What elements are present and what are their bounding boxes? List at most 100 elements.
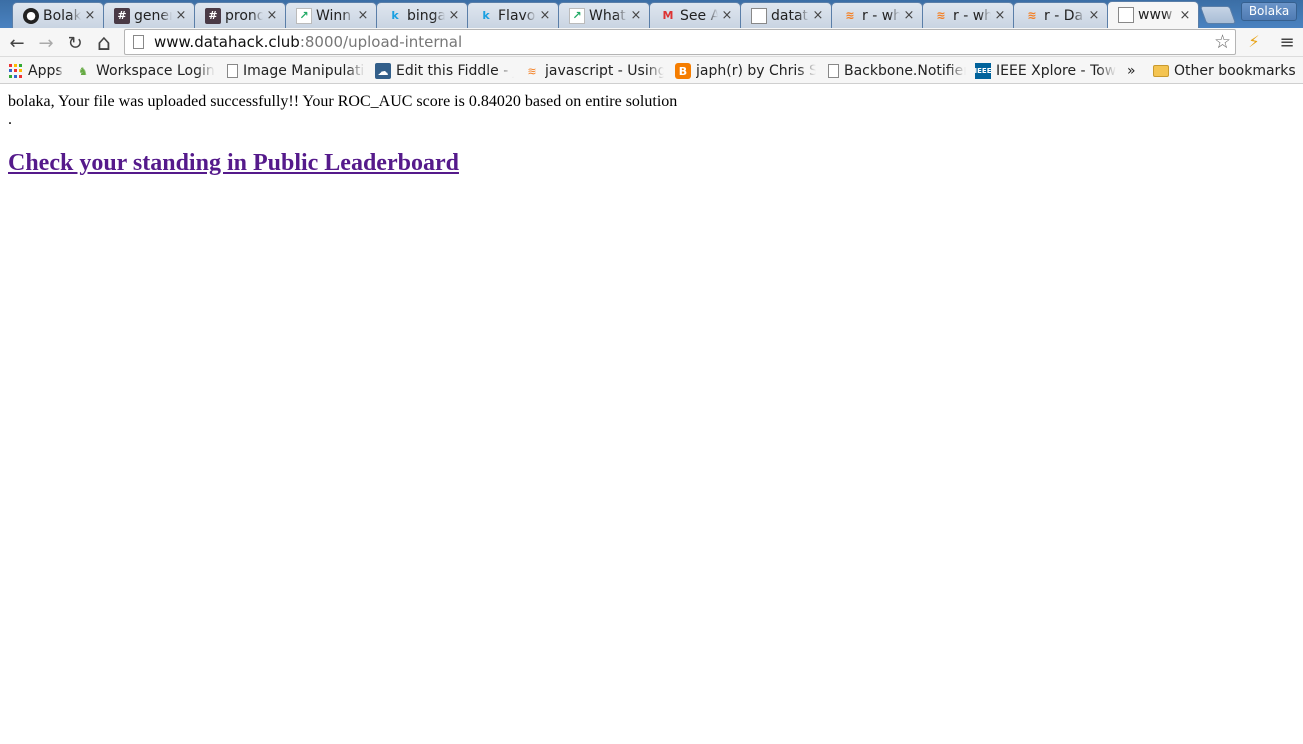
ieee-icon: IEEE (975, 63, 991, 79)
reload-icon[interactable]: ↻ (63, 31, 87, 55)
document-icon (828, 64, 839, 78)
bookmark-label: javascript - Using (545, 63, 664, 79)
bookmark-label: Backbone.Notifier (844, 63, 966, 79)
close-icon[interactable]: × (993, 8, 1007, 23)
gmail-icon: M (662, 9, 674, 22)
back-icon[interactable]: ← (5, 31, 29, 55)
bookmark-japhr[interactable]: B japh(r) by Chris Strom (675, 60, 816, 82)
close-icon[interactable]: × (83, 8, 97, 23)
close-icon[interactable]: × (538, 8, 552, 23)
tab-7[interactable]: ↗ What × (558, 2, 650, 28)
bookmark-label: Workspace Login (96, 63, 215, 79)
tab-8[interactable]: M See A × (649, 2, 741, 28)
hashtag-icon: # (114, 7, 130, 24)
tab-title: datat (771, 7, 809, 24)
bookmark-label: Other bookmarks (1174, 63, 1296, 79)
stackoverflow-icon: ≋ (527, 64, 537, 78)
close-icon[interactable]: × (356, 8, 370, 23)
tab-title: Bolaka (43, 7, 81, 24)
cloud-icon: ☁ (375, 63, 391, 79)
close-icon[interactable]: × (629, 8, 643, 23)
chart-icon: ↗ (296, 7, 312, 24)
close-icon[interactable]: × (1087, 8, 1101, 23)
document-icon (751, 7, 767, 24)
new-tab-button[interactable] (1199, 6, 1237, 24)
tab-6[interactable]: k Flavo × (467, 2, 559, 28)
stackoverflow-icon: ≋ (1027, 9, 1037, 22)
menu-icon[interactable]: ≡ (1277, 32, 1297, 53)
star-icon[interactable]: ☆ (1214, 31, 1231, 53)
tab-2[interactable]: # general × (103, 2, 195, 28)
bookmark-backbone-notifier[interactable]: Backbone.Notifier (828, 60, 966, 82)
tab-3[interactable]: # prono × (194, 2, 286, 28)
home-icon[interactable]: ⌂ (92, 31, 116, 56)
tab-1[interactable]: ● Bolaka × (12, 2, 104, 28)
upload-success-message: bolaka, Your file was uploaded successfu… (8, 93, 678, 110)
person-icon: ♞ (78, 64, 88, 78)
forward-icon[interactable]: → (34, 31, 58, 55)
bookmarks-bar: Apps ♞ Workspace Login Image Manipulatio… (0, 57, 1303, 84)
tab-title: What (589, 7, 626, 24)
address-bar[interactable]: www.datahack.club:8000/upload-internal ☆ (124, 29, 1236, 55)
close-icon[interactable]: × (447, 8, 461, 23)
browser-toolbar: ← → ↻ ⌂ www.datahack.club:8000/upload-in… (0, 28, 1303, 57)
extension-icon[interactable]: ⚡ (1243, 32, 1265, 52)
tab-9[interactable]: datat × (740, 2, 832, 28)
tab-5[interactable]: k binga × (376, 2, 468, 28)
bookmark-label: Apps (28, 63, 63, 79)
bookmark-label: IEEE Xplore - Towards (996, 63, 1116, 79)
kaggle-icon: k (482, 9, 490, 22)
tab-title: www (1138, 7, 1173, 23)
bookmark-jsfiddle[interactable]: ☁ Edit this Fiddle - jsFiddle (375, 60, 514, 82)
bookmark-label: japh(r) by Chris Strom (696, 63, 816, 79)
hashtag-icon: # (205, 7, 221, 24)
other-bookmarks[interactable]: Other bookmarks (1153, 60, 1299, 82)
page-icon (133, 35, 144, 49)
stackoverflow-icon: ≋ (936, 9, 946, 22)
close-icon[interactable]: × (265, 8, 279, 23)
close-icon[interactable]: × (811, 8, 825, 23)
profile-button[interactable]: Bolaka (1241, 2, 1297, 21)
close-icon[interactable]: × (902, 8, 916, 23)
bookmark-label: Image Manipulation (243, 63, 365, 79)
tab-11[interactable]: ≋ r - wh × (922, 2, 1014, 28)
github-icon: ● (23, 7, 39, 24)
tab-13-active[interactable]: www × (1107, 1, 1199, 28)
tab-title: See A (680, 7, 718, 24)
chart-icon: ↗ (569, 7, 585, 24)
bookmark-label: Edit this Fiddle - jsFiddle (396, 63, 514, 79)
tab-12[interactable]: ≋ r - Da × (1013, 2, 1108, 28)
document-icon (1118, 7, 1134, 23)
url-host: www.datahack.club (154, 33, 300, 51)
tab-title: r - wh (953, 7, 991, 24)
leaderboard-link[interactable]: Check your standing in Public Leaderboar… (8, 150, 459, 177)
tab-10[interactable]: ≋ r - wh × (831, 2, 923, 28)
bookmark-image-manipulation[interactable]: Image Manipulation (227, 60, 365, 82)
tab-title: Flavo (498, 7, 536, 24)
bookmark-javascript[interactable]: ≋ javascript - Using (524, 60, 664, 82)
blogger-icon: B (675, 63, 691, 79)
tab-4[interactable]: ↗ Winn × (285, 2, 377, 28)
tab-title: prono (225, 7, 263, 24)
bookmark-apps[interactable]: Apps (7, 60, 69, 82)
stackoverflow-icon: ≋ (845, 9, 855, 22)
tab-strip: ● Bolaka × # general × # prono × ↗ Winn … (0, 0, 1303, 28)
page-content: bolaka, Your file was uploaded successfu… (0, 85, 1303, 744)
bookmark-ieee-xplore[interactable]: IEEE IEEE Xplore - Towards (975, 60, 1116, 82)
tab-title: general (134, 7, 172, 24)
document-icon (227, 64, 238, 78)
folder-icon (1153, 65, 1169, 77)
bookmark-workspace-login[interactable]: ♞ Workspace Login (75, 60, 215, 82)
tab-title: Winn (316, 7, 352, 24)
kaggle-icon: k (391, 9, 399, 22)
close-icon[interactable]: × (174, 8, 188, 23)
apps-icon (7, 64, 23, 78)
close-icon[interactable]: × (1178, 8, 1192, 23)
bookmarks-overflow-button[interactable]: » (1127, 60, 1141, 82)
tab-title: r - wh (862, 7, 900, 24)
url-path: :8000/upload-internal (299, 33, 463, 51)
tab-title: binga (407, 7, 445, 24)
tab-title: r - Da (1044, 7, 1084, 24)
close-icon[interactable]: × (720, 8, 734, 23)
separator-dot: . (8, 111, 12, 128)
